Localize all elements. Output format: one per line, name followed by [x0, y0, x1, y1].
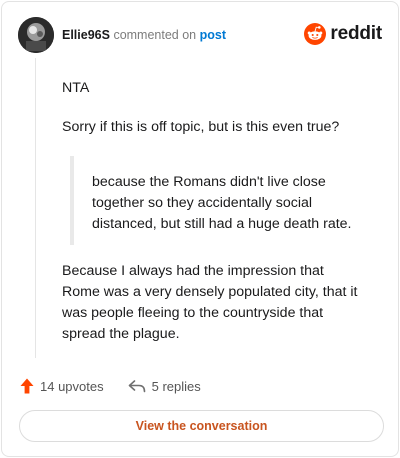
comment-paragraph: Because I always had the impression that… [62, 263, 358, 342]
username-link[interactable]: Ellie96S [62, 28, 110, 42]
reddit-brand-link[interactable]: reddit [304, 21, 382, 47]
comment-paragraph: NTA [62, 80, 90, 96]
comment-header: Ellie96S commented on post reddit [18, 17, 382, 53]
comment-actions: 14 upvotes 5 replies [20, 376, 201, 396]
upvote-count[interactable]: 14 upvotes [20, 378, 104, 394]
upvote-label: 14 upvotes [40, 378, 104, 394]
post-link[interactable]: post [200, 28, 226, 42]
brand-wordmark: reddit [330, 23, 382, 44]
reply-label: 5 replies [151, 378, 201, 394]
thread-line [35, 58, 36, 358]
embedded-comment-card: Ellie96S commented on post reddit NTA So… [1, 1, 399, 457]
comment-paragraph: Sorry if this is off topic, but is this … [62, 119, 340, 135]
avatar[interactable] [18, 17, 54, 53]
reddit-logo-icon [304, 23, 327, 45]
comment-body: NTA Sorry if this is off topic, but is t… [62, 78, 362, 363]
reply-arrow-icon [128, 380, 145, 393]
reply-count[interactable]: 5 replies [128, 379, 201, 394]
comment-blockquote: because the Romans didn't live close tog… [70, 156, 362, 245]
byline: Ellie96S commented on post [62, 27, 226, 43]
byline-action-text: commented on [113, 28, 197, 42]
upvote-arrow-icon [20, 378, 34, 394]
view-conversation-button[interactable]: View the conversation [19, 410, 384, 442]
avatar-image-icon [18, 17, 54, 53]
